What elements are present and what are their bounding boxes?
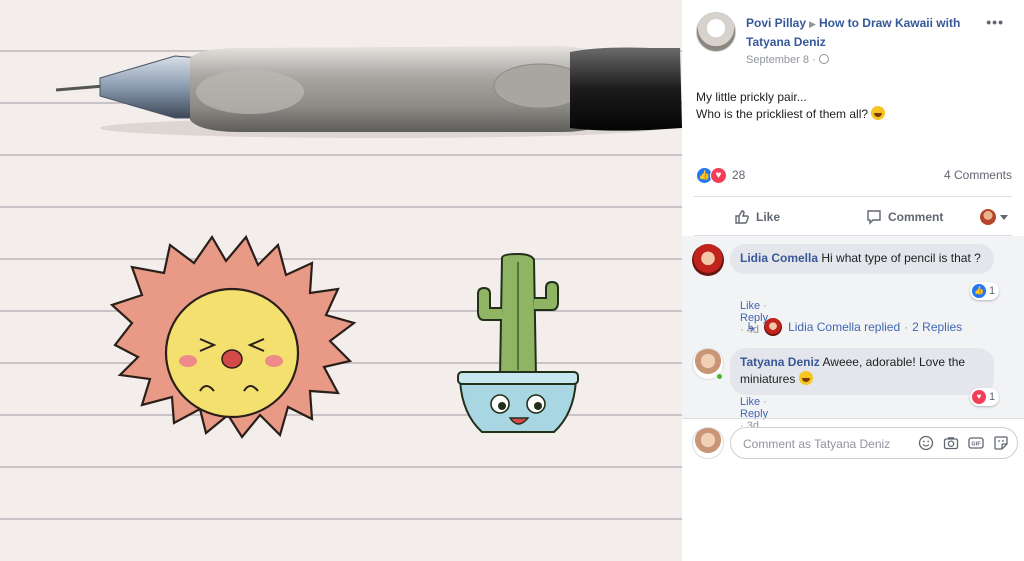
divider: [694, 196, 1012, 197]
grinning-emoji-icon: [871, 106, 886, 120]
online-status-indicator: [715, 372, 724, 381]
reply-arrow-icon: ↳: [746, 320, 757, 334]
comment-button-label: Comment: [888, 210, 944, 224]
view-replies-link[interactable]: ↳ Lidia Comella replied · 2 Replies: [746, 318, 962, 336]
chevron-down-icon: [1000, 214, 1008, 220]
comments-count-link[interactable]: 4 Comments: [944, 168, 1012, 182]
comment-bubble: Lidia Comella Hi what type of pencil is …: [730, 244, 994, 274]
emoji-icon[interactable]: [918, 435, 934, 451]
arrow-right-icon: ▶: [809, 19, 816, 29]
love-reaction-icon: ♥: [972, 390, 986, 404]
comment-like-link[interactable]: Like: [740, 300, 760, 312]
thumbs-up-icon: [735, 210, 749, 224]
post-meta: September 8 ·: [746, 54, 829, 66]
comment-reaction-badge[interactable]: ♥ 1: [970, 388, 1000, 406]
reactions-summary[interactable]: 👍 ♥ 28: [696, 166, 745, 184]
more-options-icon[interactable]: •••: [986, 14, 1004, 30]
post-title: Povi Pillay ▶ How to Draw Kawaii with Taty…: [746, 14, 976, 51]
grinning-emoji-icon: [798, 371, 813, 385]
comment-text: Hi what type of pencil is that ?: [821, 251, 981, 265]
identity-avatar: [980, 209, 996, 225]
comment-bubble: Tatyana Deniz Aweee, adorable! Love the …: [730, 348, 994, 395]
comment-input-placeholder: Comment as Tatyana Deniz: [743, 437, 891, 451]
comment-author-link[interactable]: Lidia Comella: [740, 251, 818, 265]
camera-icon[interactable]: [943, 435, 959, 451]
facebook-photo-viewer: Povi Pillay ▶ How to Draw Kawaii with Taty…: [0, 0, 1024, 561]
gif-icon[interactable]: GIF: [968, 435, 984, 451]
separator: ·: [904, 320, 909, 334]
post-actions-bar: Like Comment: [694, 200, 1012, 234]
current-user-avatar: [692, 427, 724, 459]
comment-reaction-count: 1: [989, 391, 996, 403]
like-button[interactable]: Like: [734, 200, 780, 234]
comment-composer: Comment as Tatyana Deniz GIF: [682, 418, 1024, 466]
post-photo[interactable]: [0, 0, 682, 561]
identity-picker[interactable]: [980, 200, 1008, 234]
replier-avatar: [764, 318, 783, 336]
replied-label: replied: [864, 320, 901, 334]
svg-text:GIF: GIF: [971, 442, 981, 448]
post-header: Povi Pillay ▶ How to Draw Kawaii with Taty…: [696, 12, 1016, 72]
post-date[interactable]: September 8 ·: [746, 54, 816, 66]
group-name-link[interactable]: How to Draw Kawaii with: [819, 16, 960, 30]
composer-icons: GIF: [918, 435, 1009, 451]
author-avatar[interactable]: [696, 12, 736, 52]
group-name-link-line2[interactable]: Tatyana Deniz: [746, 35, 826, 49]
comments-section: Lidia Comella Hi what type of pencil is …: [682, 236, 1024, 432]
post-body: My little prickly pair... Who is the pri…: [696, 89, 886, 123]
comment-like-link[interactable]: Like: [740, 396, 760, 408]
comment-reaction-count: 1: [989, 285, 996, 297]
photo-illustration: [55, 46, 682, 439]
post-text-line-2: Who is the prickliest of them all?: [696, 107, 869, 121]
comment-button[interactable]: Comment: [866, 200, 943, 234]
replies-count: 2 Replies: [912, 320, 963, 334]
comment-bubble-icon: [867, 210, 881, 225]
post-text-line-1: My little prickly pair...: [696, 90, 807, 104]
like-button-label: Like: [756, 210, 781, 224]
commenter-avatar[interactable]: [692, 244, 724, 276]
comment-author-link[interactable]: Tatyana Deniz: [740, 355, 820, 369]
love-reaction-icon: ♥: [710, 166, 727, 184]
replier-name: Lidia Comella: [788, 320, 861, 334]
post-details-panel: Povi Pillay ▶ How to Draw Kawaii with Taty…: [682, 0, 1024, 561]
globe-icon: [818, 54, 829, 64]
like-reaction-icon: 👍: [972, 284, 986, 298]
author-name-link[interactable]: Povi Pillay: [746, 16, 806, 30]
comment-input[interactable]: Comment as Tatyana Deniz GIF: [730, 427, 1018, 459]
sticker-icon[interactable]: [993, 435, 1009, 451]
reaction-count: 28: [732, 168, 746, 182]
comment-reaction-badge[interactable]: 👍 1: [970, 282, 1000, 300]
